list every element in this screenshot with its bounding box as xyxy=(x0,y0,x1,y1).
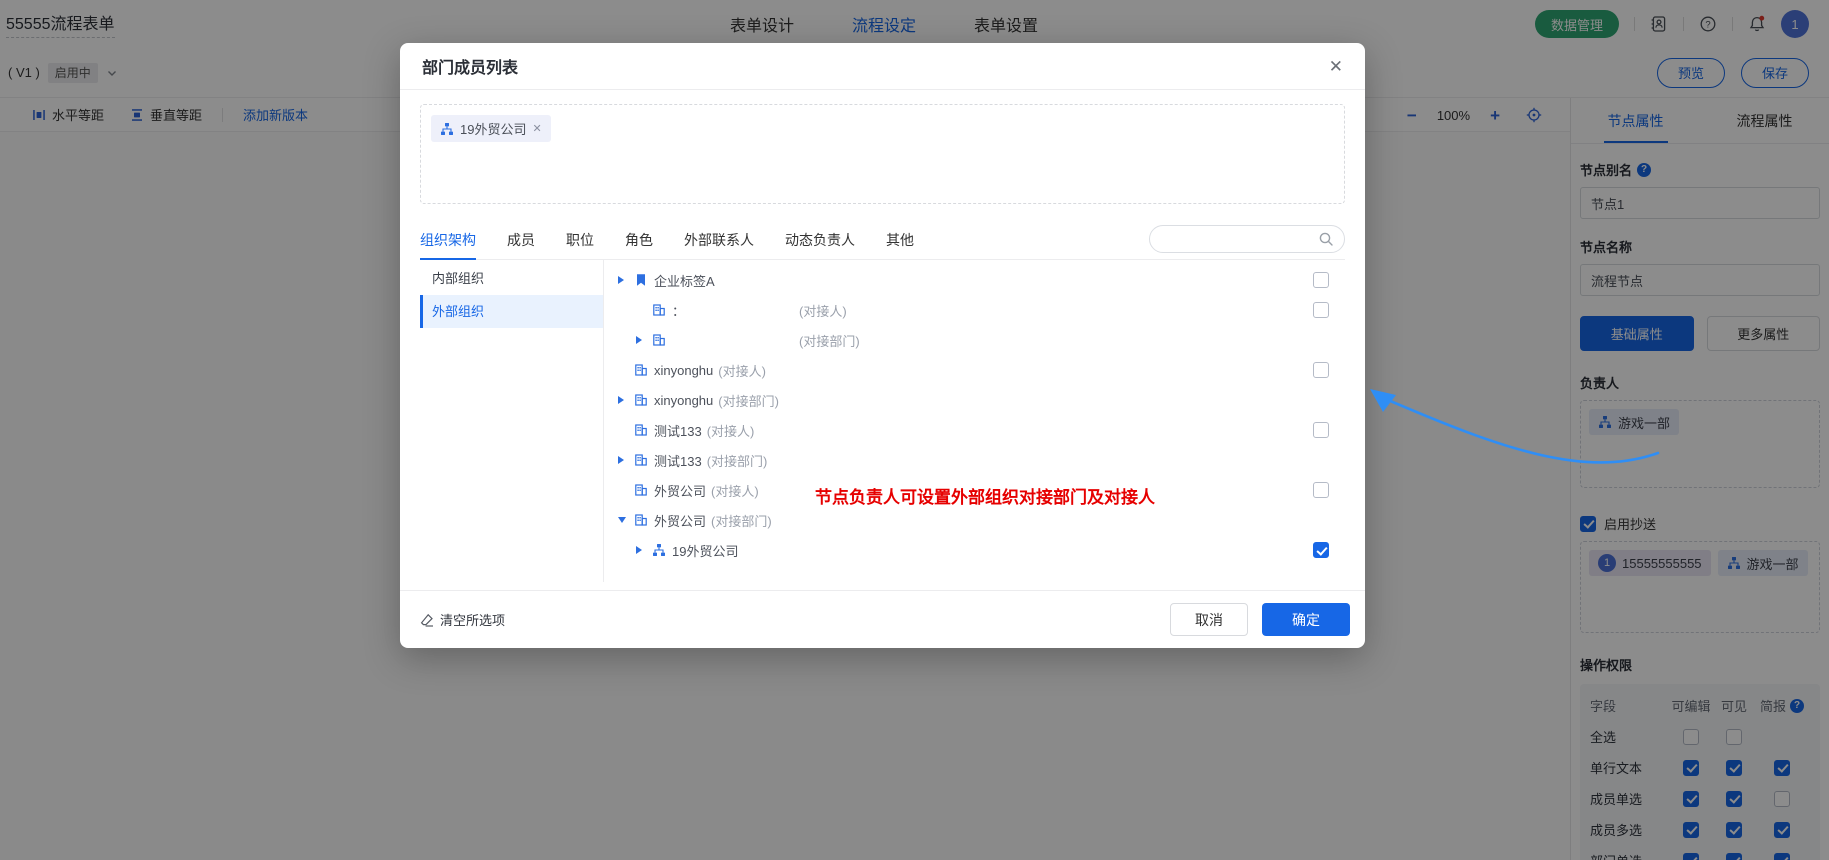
modal-footer: 清空所选项 取消 确定 xyxy=(400,590,1365,648)
eraser-icon xyxy=(420,613,434,627)
building-icon xyxy=(634,363,654,377)
expand-icon[interactable] xyxy=(618,396,624,404)
department-member-modal: 部门成员列表 ✕ 19外贸公司 ✕ 组织架构成员职位角色外部联系人动态负责人其他… xyxy=(400,43,1365,648)
cancel-button[interactable]: 取消 xyxy=(1170,603,1248,636)
collapse-icon[interactable] xyxy=(618,517,626,523)
remove-icon[interactable]: ✕ xyxy=(532,122,541,135)
clear-selection-button[interactable]: 清空所选项 xyxy=(420,610,505,629)
org-icon xyxy=(440,122,454,136)
search-icon xyxy=(1318,231,1334,247)
tree-node-type: (对接部门) xyxy=(799,331,860,350)
building-icon xyxy=(634,453,654,467)
tree-node-name: 19外贸公司 xyxy=(672,541,738,560)
modal-header: 部门成员列表 ✕ xyxy=(400,43,1365,90)
expand-arrow-slot xyxy=(618,396,634,404)
category-tab[interactable]: 外部联系人 xyxy=(684,220,754,259)
category-tab[interactable]: 职位 xyxy=(566,220,594,259)
building-icon xyxy=(634,393,654,407)
selected-chip[interactable]: 19外贸公司 ✕ xyxy=(431,115,551,142)
org-type-list: 内部组织外部组织 xyxy=(420,260,604,582)
org-type-item[interactable]: 内部组织 xyxy=(420,262,603,295)
expand-icon[interactable] xyxy=(618,276,624,284)
category-tab[interactable]: 动态负责人 xyxy=(785,220,855,259)
org-picker: 内部组织外部组织 企业标签A ： (对接人) (对接部门) xinyonghu (对接人)… xyxy=(420,260,1345,582)
tree-row[interactable]: 外贸公司 (对接人) xyxy=(618,475,1345,505)
tree-node-name: 外贸公司 xyxy=(654,481,706,500)
expand-arrow-slot xyxy=(618,517,634,523)
expand-arrow-slot xyxy=(636,336,652,344)
expand-icon[interactable] xyxy=(636,546,642,554)
building-icon xyxy=(634,483,654,497)
selected-members-area[interactable]: 19外贸公司 ✕ xyxy=(420,104,1345,204)
tree-node-type: (对接人) xyxy=(711,481,759,500)
modal-body: 19外贸公司 ✕ 组织架构成员职位角色外部联系人动态负责人其他 内部组织外部组织… xyxy=(400,90,1365,590)
tree-node-name: 测试133 xyxy=(654,421,702,440)
tree-row[interactable]: ： (对接人) xyxy=(618,295,1345,325)
tree-row[interactable]: 19外贸公司 xyxy=(618,535,1345,565)
tree-row[interactable]: 外贸公司 (对接部门) xyxy=(618,505,1345,535)
building-icon xyxy=(652,333,672,347)
tree-row[interactable]: xinyonghu (对接部门) xyxy=(618,385,1345,415)
tree-row[interactable]: (对接部门) xyxy=(618,325,1345,355)
tree-node-name: xinyonghu xyxy=(654,363,713,378)
org-icon xyxy=(652,543,672,557)
category-tabs: 组织架构成员职位角色外部联系人动态负责人其他 xyxy=(420,220,945,259)
tree-checkbox[interactable] xyxy=(1313,362,1329,378)
tree-node-name: 企业标签A xyxy=(654,271,715,290)
close-icon[interactable]: ✕ xyxy=(1329,58,1343,75)
tree-row[interactable]: 测试133 (对接部门) xyxy=(618,445,1345,475)
category-tab[interactable]: 角色 xyxy=(625,220,653,259)
expand-arrow-slot xyxy=(636,546,652,554)
tree-row[interactable]: 测试133 (对接人) xyxy=(618,415,1345,445)
expand-icon[interactable] xyxy=(618,456,624,464)
tag-icon xyxy=(634,273,654,287)
tree-row[interactable]: 企业标签A xyxy=(618,265,1345,295)
category-tab[interactable]: 成员 xyxy=(507,220,535,259)
footer-buttons: 取消 确定 xyxy=(1170,603,1350,636)
category-tab[interactable]: 其他 xyxy=(886,220,914,259)
tree-checkbox[interactable] xyxy=(1313,302,1329,318)
search-box[interactable] xyxy=(1149,225,1345,253)
tree-node-type: (对接部门) xyxy=(718,391,779,410)
org-tree: 企业标签A：(对接人)(对接部门)xinyonghu(对接人)xinyonghu… xyxy=(604,260,1345,582)
building-icon xyxy=(652,303,672,317)
tree-checkbox[interactable] xyxy=(1313,542,1329,558)
tree-node-type: (对接人) xyxy=(718,361,766,380)
building-icon xyxy=(634,513,654,527)
expand-arrow-slot xyxy=(618,456,634,464)
tree-node-type: (对接人) xyxy=(799,301,847,320)
category-tab[interactable]: 组织架构 xyxy=(420,220,476,259)
selected-chip-label: 19外贸公司 xyxy=(460,119,526,138)
tree-node-type: (对接部门) xyxy=(711,511,772,530)
tree-node-name: xinyonghu xyxy=(654,393,713,408)
tree-node-type: (对接人) xyxy=(707,421,755,440)
modal-title: 部门成员列表 xyxy=(422,54,518,78)
tree-row[interactable]: xinyonghu (对接人) xyxy=(618,355,1345,385)
search-input[interactable] xyxy=(1160,232,1318,246)
tree-node-type: (对接部门) xyxy=(707,451,768,470)
org-type-item[interactable]: 外部组织 xyxy=(420,295,603,328)
category-tabs-row: 组织架构成员职位角色外部联系人动态负责人其他 xyxy=(420,220,1345,260)
tree-checkbox[interactable] xyxy=(1313,272,1329,288)
building-icon xyxy=(634,423,654,437)
expand-arrow-slot xyxy=(618,276,634,284)
clear-selection-label: 清空所选项 xyxy=(440,610,505,629)
confirm-button[interactable]: 确定 xyxy=(1262,603,1350,636)
tree-node-name: 外贸公司 xyxy=(654,511,706,530)
tree-checkbox[interactable] xyxy=(1313,422,1329,438)
app-root: 55555流程表单 表单设计流程设定表单设置 数据管理 ? 1 ( V1 ) 启… xyxy=(0,0,1829,860)
tree-node-name: 测试133 xyxy=(654,451,702,470)
tree-checkbox[interactable] xyxy=(1313,482,1329,498)
expand-icon[interactable] xyxy=(636,336,642,344)
tree-node-name: ： xyxy=(672,301,794,320)
